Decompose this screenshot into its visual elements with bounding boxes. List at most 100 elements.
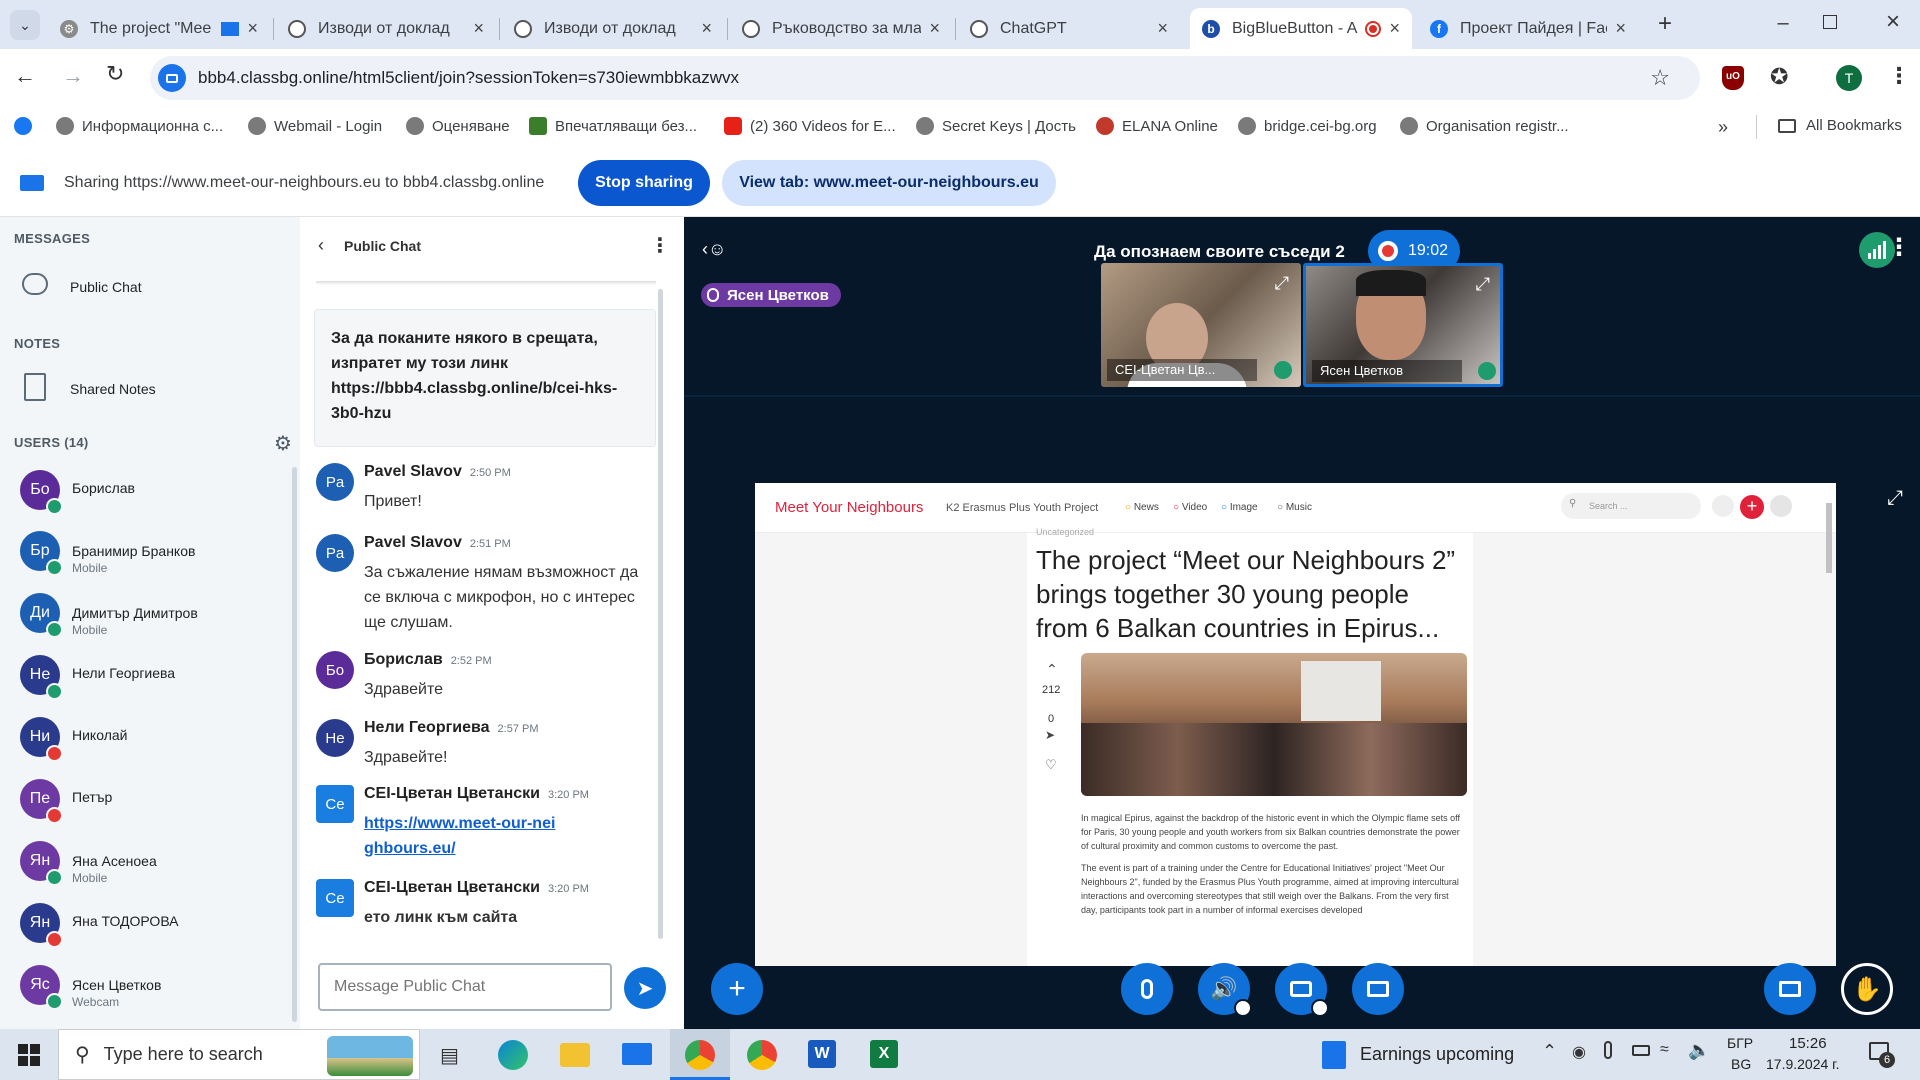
share-icon[interactable]: ➤ — [1045, 728, 1055, 742]
user-list-item[interactable]: Бо Борислав — [20, 470, 280, 520]
show-hidden-icons[interactable]: ⌃ — [1542, 1041, 1557, 1062]
site-search-input[interactable]: Search ... — [1561, 493, 1701, 519]
profile-avatar[interactable]: T — [1836, 65, 1862, 91]
actions-button[interactable]: + — [711, 963, 763, 1015]
upvote-icon[interactable]: ⌃ — [1046, 661, 1058, 678]
volume-icon[interactable]: 🔈 — [1688, 1040, 1710, 1061]
view-tab-button[interactable]: View tab: www.meet-our-neighbours.eu — [722, 160, 1056, 206]
camera-options-icon[interactable] — [1311, 999, 1329, 1017]
window-close-button[interactable]: × — [1878, 8, 1908, 38]
talking-indicator[interactable]: Ясен Цветков — [701, 283, 841, 307]
clock-date[interactable]: 17.9.2024 г. — [1766, 1056, 1839, 1072]
bookmarks-overflow-icon[interactable]: » — [1718, 117, 1728, 138]
user-list-item[interactable]: Ни Николай — [20, 717, 280, 767]
mute-button[interactable] — [1121, 963, 1173, 1015]
maximize-button[interactable] — [1823, 15, 1837, 29]
tab-3[interactable]: Ръководство за мла × — [730, 8, 952, 49]
bookmark-8[interactable]: Organisation registr... — [1400, 117, 1569, 135]
language-code[interactable]: BG — [1731, 1056, 1751, 1072]
site-scrollbar[interactable] — [1826, 503, 1832, 573]
close-icon[interactable]: × — [473, 18, 484, 39]
fullscreen-icon[interactable]: ⤢ — [1476, 274, 1490, 295]
bookmark-0[interactable]: Информационна с... — [56, 117, 223, 135]
user-icon[interactable] — [1770, 495, 1792, 517]
close-icon[interactable]: × — [929, 18, 940, 39]
chat-scrollbar[interactable] — [658, 289, 663, 939]
gear-icon[interactable]: ⚙ — [274, 431, 292, 456]
taskbar-search-box[interactable]: ⚲ Type here to search — [58, 1029, 420, 1080]
tab-4[interactable]: ChatGPT × — [958, 8, 1180, 49]
excel-icon[interactable]: X — [870, 1040, 898, 1068]
back-button[interactable]: ← — [14, 63, 36, 89]
exit-fullscreen-icon[interactable]: ⤢ — [1887, 487, 1903, 510]
url-text[interactable]: bbb4.classbg.online/html5client/join?ses… — [198, 68, 739, 88]
theme-toggle-icon[interactable] — [1712, 495, 1734, 517]
toggle-userlist-icon[interactable]: ‹☺ — [702, 239, 726, 260]
tab-0[interactable]: ⚙ The project "Mee × — [48, 8, 270, 49]
news-widget[interactable]: Earnings upcoming — [1360, 1044, 1514, 1065]
webcam-username[interactable]: CEI-Цветан Цв... — [1107, 359, 1257, 381]
user-list-item[interactable]: Не Нели Георгиева — [20, 655, 280, 705]
all-bookmarks-button[interactable]: All Bookmarks — [1778, 117, 1902, 134]
star-icon[interactable]: ☆ — [1650, 65, 1670, 91]
fullscreen-icon[interactable]: ⤢ — [1275, 273, 1289, 294]
close-icon[interactable]: × — [247, 18, 258, 39]
task-view-icon[interactable]: ▤ — [440, 1043, 459, 1068]
user-list-item[interactable]: Бр Бранимир Бранков Mobile — [20, 531, 280, 581]
user-list-item[interactable]: Ян Яна ТОДОРОВА — [20, 903, 280, 953]
edge-icon[interactable] — [498, 1040, 528, 1070]
close-icon[interactable]: × — [701, 18, 712, 39]
heart-icon[interactable]: ♡ — [1045, 757, 1057, 773]
bookmark-6[interactable]: ELANA Online — [1096, 117, 1218, 135]
bookmark-5[interactable]: Secret Keys | Дость — [916, 117, 1076, 135]
webcam-tray-icon[interactable]: ◉ — [1572, 1042, 1586, 1062]
user-list-scrollbar[interactable] — [292, 467, 297, 1022]
presentation-button[interactable] — [1764, 963, 1816, 1015]
bookmark-facebook[interactable] — [14, 117, 40, 135]
chat-input[interactable] — [318, 963, 612, 1011]
audio-options-icon[interactable] — [1234, 999, 1252, 1017]
tab-6[interactable]: f Проект Пайдея | Fac × — [1418, 8, 1638, 49]
chrome-taskbar-button-active[interactable] — [670, 1029, 730, 1080]
extensions-icon[interactable]: ✪ — [1770, 64, 1788, 90]
screenshare-button[interactable] — [1352, 963, 1404, 1015]
chrome-icon[interactable] — [747, 1040, 777, 1070]
user-list-item[interactable]: Ян Яна Асеноеа Mobile — [20, 841, 280, 891]
webcam-tile-0[interactable]: ⤢ CEI-Цветан Цв... — [1101, 263, 1301, 387]
nav-image[interactable]: ○ Image — [1221, 502, 1258, 513]
message-link[interactable]: https://www.meet-our-neighbours.eu/ — [364, 811, 564, 861]
word-icon[interactable]: W — [808, 1040, 836, 1068]
chevron-left-icon[interactable]: ‹ — [318, 235, 324, 256]
audio-button[interactable]: 🔊 — [1198, 963, 1252, 1017]
windows-start-icon[interactable] — [18, 1044, 40, 1066]
battery-icon[interactable] — [1632, 1045, 1650, 1056]
user-list-item[interactable]: Ди Димитър Димитров Mobile — [20, 593, 280, 643]
microphone-tray-icon[interactable] — [1604, 1041, 1612, 1059]
screenshare-website[interactable]: Meet Your Neighbours K2 Erasmus Plus You… — [755, 483, 1836, 966]
raise-hand-button[interactable]: ✋ — [1841, 963, 1893, 1015]
minimize-button[interactable]: – — [1768, 12, 1798, 36]
user-list-item[interactable]: Пе Петър — [20, 779, 280, 829]
address-bar[interactable]: bbb4.classbg.online/html5client/join?ses… — [150, 56, 1700, 100]
plus-icon[interactable]: + — [1740, 495, 1764, 519]
stop-sharing-button[interactable]: Stop sharing — [578, 160, 710, 206]
bookmark-1[interactable]: Webmail - Login — [248, 117, 382, 135]
bookmark-4[interactable]: (2) 360 Videos for E... — [724, 117, 896, 135]
file-explorer-icon[interactable] — [560, 1043, 590, 1067]
forward-button[interactable]: → — [62, 63, 84, 89]
close-icon[interactable]: × — [1615, 18, 1626, 39]
shared-notes-link[interactable]: Shared Notes — [20, 371, 280, 407]
chat-options-icon[interactable]: ⋮ — [650, 233, 670, 258]
clock-time[interactable]: 15:26 — [1789, 1035, 1827, 1052]
bookmark-2[interactable]: Оценяване — [406, 117, 510, 135]
user-list-item[interactable]: Яс Ясен Цветков Webcam — [20, 965, 280, 1015]
nav-news[interactable]: ○ News — [1125, 502, 1159, 513]
nav-music[interactable]: ○ Music — [1277, 502, 1312, 513]
tab-1[interactable]: Изводи от доклад × — [276, 8, 496, 49]
webcam-tile-1[interactable]: ⤢ Ясен Цветков — [1303, 263, 1503, 387]
bookmark-7[interactable]: bridge.cei-bg.org — [1238, 117, 1377, 135]
more-menu-icon[interactable]: ⋮ — [1888, 63, 1910, 89]
wifi-icon[interactable]: ≈ — [1660, 1041, 1669, 1059]
public-chat-link[interactable]: Public Chat — [20, 271, 280, 305]
site-brand[interactable]: Meet Your Neighbours — [775, 499, 923, 516]
